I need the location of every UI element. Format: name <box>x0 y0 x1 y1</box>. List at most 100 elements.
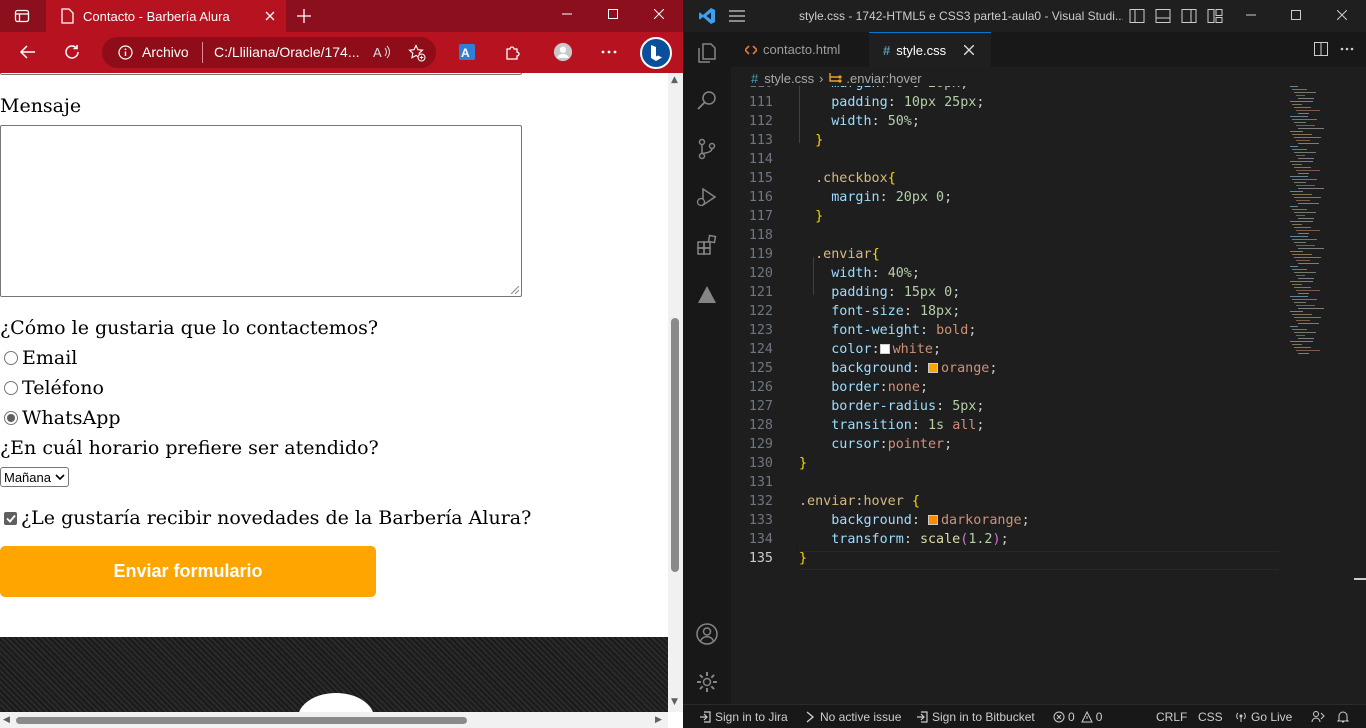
status-jira[interactable]: Sign in to Jira <box>699 710 788 724</box>
issue-icon <box>805 711 815 723</box>
browser-tab[interactable]: Contacto - Barbería Alura <box>46 0 286 32</box>
translate-icon[interactable]: A <box>457 42 477 62</box>
toggle-panel-icon[interactable] <box>1155 8 1171 24</box>
line-number: 126 <box>748 380 773 395</box>
bing-copilot-icon[interactable] <box>640 37 672 69</box>
status-golive-label: Go Live <box>1251 710 1293 724</box>
notifications-bell-icon[interactable] <box>1337 710 1349 723</box>
atlassian-icon[interactable] <box>695 283 719 307</box>
new-tab-icon[interactable] <box>296 8 312 24</box>
code-line: 130} <box>731 456 1286 475</box>
minimap[interactable] <box>1286 86 1352 366</box>
address-bar[interactable]: Archivo C:/Lliliana/Oracle/174... A <box>102 37 436 68</box>
page-vertical-scrollbar[interactable]: ▲ ▼ <box>668 73 683 712</box>
close-window-icon[interactable] <box>636 0 682 28</box>
scroll-down-icon[interactable]: ▼ <box>671 697 678 707</box>
horario-select[interactable]: Mañana <box>0 467 69 487</box>
radio-email[interactable]: Email <box>4 347 77 369</box>
newsletter-checkbox[interactable] <box>4 511 17 525</box>
manage-gear-icon[interactable] <box>695 670 719 694</box>
css-file-icon: # <box>883 42 891 58</box>
newsletter-checkbox-row[interactable]: ¿Le gustaría recibir novedades de la Bar… <box>4 507 531 529</box>
read-aloud-icon[interactable]: A <box>373 44 391 60</box>
tab-actions-icon[interactable] <box>14 8 30 24</box>
color-swatch[interactable] <box>879 344 890 354</box>
scroll-up-icon[interactable]: ▲ <box>671 75 678 85</box>
horizontal-scroll-thumb[interactable] <box>16 717 467 724</box>
menu-icon[interactable] <box>729 9 745 23</box>
sign-in-icon <box>699 711 711 723</box>
info-icon[interactable] <box>118 45 133 60</box>
radio-telefono[interactable]: Teléfono <box>4 377 104 399</box>
accounts-status-icon[interactable] <box>1311 710 1325 723</box>
line-number: 120 <box>748 266 773 281</box>
status-issue[interactable]: No active issue <box>805 710 901 724</box>
resize-grip-icon[interactable] <box>511 286 519 294</box>
maximize-icon[interactable] <box>590 0 636 28</box>
refresh-icon[interactable] <box>62 42 82 62</box>
status-language[interactable]: CSS <box>1198 710 1223 724</box>
status-bitbucket[interactable]: Sign in to Bitbucket <box>916 710 1035 724</box>
status-issue-label: No active issue <box>820 710 902 724</box>
split-editor-icon[interactable] <box>1314 42 1328 56</box>
toggle-secondary-sidebar-icon[interactable] <box>1181 8 1197 24</box>
more-options-icon[interactable] <box>599 42 619 62</box>
previous-input-field[interactable] <box>0 73 522 75</box>
line-number: 122 <box>748 304 773 319</box>
extensions-icon[interactable] <box>502 42 522 62</box>
line-number: 114 <box>748 152 773 167</box>
radio-whatsapp-circle[interactable] <box>4 411 18 425</box>
vscode-window: style.css - 1742-HTML5 e CSS3 parte1-aul… <box>683 0 1366 728</box>
status-problems[interactable]: 0 0 <box>1053 710 1102 724</box>
tab-style-css[interactable]: # style.css <box>869 32 991 67</box>
color-swatch[interactable] <box>928 515 938 525</box>
minimize-icon[interactable] <box>544 0 590 28</box>
scroll-right-icon[interactable]: ▶ <box>655 715 662 725</box>
tab-contacto-html[interactable]: contacto.html <box>731 32 869 67</box>
vscode-close-icon[interactable] <box>1337 10 1347 20</box>
status-bitbucket-label: Sign in to Bitbucket <box>932 710 1035 724</box>
line-number: 112 <box>748 114 773 129</box>
explorer-icon[interactable] <box>695 41 719 65</box>
add-favorite-icon[interactable] <box>408 44 426 62</box>
breadcrumb-file[interactable]: style.css <box>764 71 814 86</box>
back-icon[interactable] <box>18 42 38 62</box>
run-debug-icon[interactable] <box>695 185 719 209</box>
editor-scrollbar[interactable] <box>1352 86 1366 704</box>
color-swatch[interactable] <box>928 363 938 373</box>
toggle-primary-sidebar-icon[interactable] <box>1129 8 1145 24</box>
page-horizontal-scrollbar[interactable]: ◀ ▶ <box>0 712 668 728</box>
mensaje-textarea[interactable] <box>0 125 522 297</box>
line-number: 111 <box>748 95 773 110</box>
breadcrumb-symbol[interactable]: .enviar:hover <box>846 71 921 86</box>
code-editor[interactable]: 110 margin: 0 0 20px;111 padding: 10px 2… <box>731 86 1286 704</box>
tab-close-icon[interactable] <box>964 45 975 55</box>
vertical-scroll-thumb[interactable] <box>671 318 679 572</box>
vscode-maximize-icon[interactable] <box>1291 10 1301 20</box>
svg-text:A: A <box>373 45 382 60</box>
customize-layout-icon[interactable] <box>1207 8 1223 24</box>
code-line: 129 cursor:pointer; <box>731 437 1286 456</box>
code-text: width: 40%; <box>799 266 920 281</box>
more-actions-icon[interactable] <box>1340 47 1354 51</box>
code-line: 131 <box>731 475 1286 494</box>
status-eol[interactable]: CRLF <box>1156 710 1187 724</box>
submit-button[interactable]: Enviar formulario <box>0 546 376 597</box>
search-icon[interactable] <box>695 88 719 112</box>
svg-text:A: A <box>461 46 470 60</box>
radio-telefono-circle[interactable] <box>4 381 18 395</box>
radio-email-circle[interactable] <box>4 351 18 365</box>
address-url[interactable]: C:/Lliliana/Oracle/174... <box>214 44 364 60</box>
profile-avatar-icon[interactable] <box>553 42 573 62</box>
code-text: width: 50%; <box>799 114 920 129</box>
extensions-view-icon[interactable] <box>695 233 719 257</box>
status-golive[interactable]: Go Live <box>1235 710 1292 724</box>
radio-whatsapp[interactable]: WhatsApp <box>4 407 121 429</box>
code-text: border:none; <box>799 380 928 395</box>
accounts-icon[interactable] <box>695 622 719 646</box>
code-line: 121 padding: 15px 0; <box>731 285 1286 304</box>
scroll-left-icon[interactable]: ◀ <box>3 715 10 725</box>
vscode-minimize-icon[interactable] <box>1246 10 1256 20</box>
tab-close-icon[interactable] <box>262 8 278 24</box>
source-control-icon[interactable] <box>695 137 719 161</box>
